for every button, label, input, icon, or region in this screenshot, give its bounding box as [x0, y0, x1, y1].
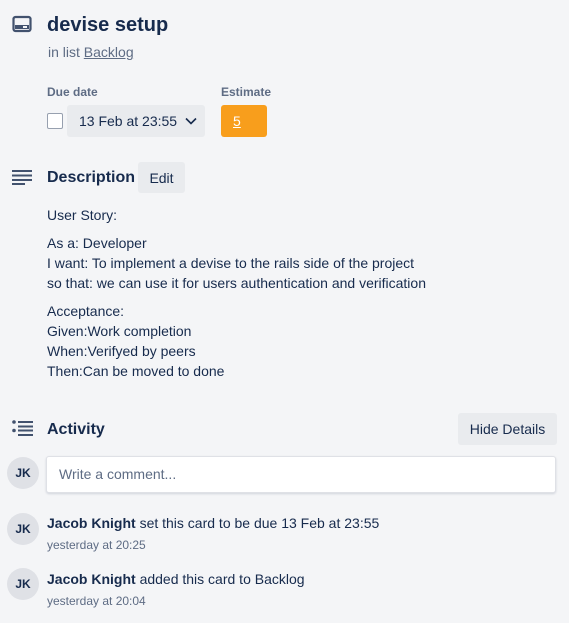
card-icon: [12, 15, 34, 35]
list-link[interactable]: Backlog: [84, 44, 134, 60]
comment-input[interactable]: Write a comment...: [46, 456, 556, 493]
activity-user[interactable]: Jacob Knight: [47, 571, 136, 587]
avatar[interactable]: JK: [7, 568, 39, 600]
hide-details-button[interactable]: Hide Details: [458, 413, 557, 445]
card-title: devise setup: [47, 14, 169, 36]
desc-line: I want: To implement a devise to the rai…: [47, 255, 415, 271]
due-date-label: Due date: [47, 85, 98, 99]
avatar[interactable]: JK: [7, 457, 39, 489]
desc-line: so that: we can use it for users authent…: [47, 275, 426, 291]
activity-action: set this card to be due 13 Feb at 23:55: [139, 515, 380, 531]
due-date-button[interactable]: 13 Feb at 23:55: [67, 105, 205, 137]
desc-line: Acceptance:: [47, 303, 125, 319]
desc-line: When:Verifyed by peers: [47, 343, 196, 359]
estimate-label: Estimate: [221, 85, 272, 99]
activity-title: Activity: [47, 421, 105, 438]
activity-entry: Jacob Knight added this card to Backlog: [47, 570, 305, 588]
desc-line: Then:Can be moved to done: [47, 363, 225, 379]
activity-user[interactable]: Jacob Knight: [47, 515, 136, 531]
edit-description-button[interactable]: Edit: [138, 162, 185, 193]
estimate-badge[interactable]: 5: [221, 105, 267, 137]
in-list-prefix: in list: [48, 44, 80, 60]
activity-timestamp[interactable]: yesterday at 20:04: [47, 593, 146, 609]
activity-icon: [12, 420, 33, 436]
activity-entry: Jacob Knight set this card to be due 13 …: [47, 514, 379, 532]
in-list-text: in list Backlog: [48, 43, 134, 61]
desc-line: Given:Work completion: [47, 323, 192, 339]
desc-line: As a: Developer: [47, 235, 147, 251]
avatar[interactable]: JK: [7, 513, 39, 545]
due-complete-checkbox[interactable]: [47, 113, 63, 129]
description-icon: [12, 169, 32, 185]
desc-line: User Story:: [47, 207, 118, 223]
chevron-down-icon: [185, 117, 197, 125]
description-title: Description: [47, 169, 136, 186]
activity-timestamp[interactable]: yesterday at 20:25: [47, 537, 146, 553]
activity-action: added this card to Backlog: [139, 571, 305, 587]
due-date-value: 13 Feb at 23:55: [79, 113, 178, 129]
description-body[interactable]: User Story: As a: Developer I want: To i…: [47, 205, 547, 389]
